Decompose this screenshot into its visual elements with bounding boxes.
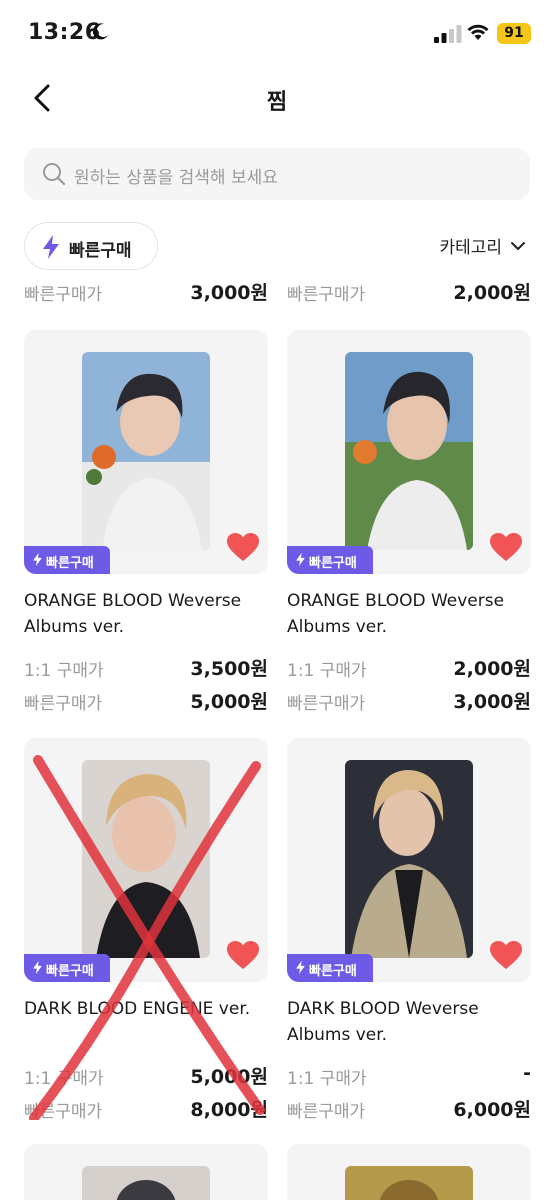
heart-icon[interactable] bbox=[489, 940, 523, 970]
product-thumbnail[interactable]: 빠른구매 bbox=[287, 330, 531, 574]
wifi-icon bbox=[467, 24, 489, 40]
price-value: - bbox=[523, 1062, 531, 1084]
heart-icon[interactable] bbox=[226, 940, 260, 970]
price-row-quick: 빠른구매가 8,000원 bbox=[24, 1093, 268, 1123]
badge-label: 빠른구매 bbox=[309, 556, 357, 571]
quick-buy-badge: 빠른구매 bbox=[24, 546, 110, 574]
price-value: 5,000원 bbox=[190, 1066, 268, 1088]
moon-icon bbox=[92, 23, 108, 40]
product-thumbnail[interactable] bbox=[24, 1144, 268, 1200]
price-label: 빠른구매가 bbox=[287, 694, 366, 714]
bolt-icon bbox=[43, 235, 59, 259]
product-title: ORANGE BLOOD Weverse Albums ver. bbox=[24, 591, 242, 637]
badge-label: 빠른구매 bbox=[46, 556, 94, 571]
bolt-icon bbox=[33, 960, 42, 975]
price-label: 빠른구매가 bbox=[24, 1102, 103, 1122]
price-label: 빠른구매가 bbox=[287, 285, 366, 305]
search-placeholder: 원하는 상품을 검색해 보세요 bbox=[74, 168, 278, 188]
product-photo bbox=[82, 352, 210, 550]
category-label: 카테고리 bbox=[439, 238, 502, 258]
price-row-1to1: 1:1 구매가 2,000원 bbox=[287, 652, 531, 682]
product-photo bbox=[82, 1166, 210, 1200]
product-title: ORANGE BLOOD Weverse Albums ver. bbox=[287, 591, 505, 637]
price-value: 2,000원 bbox=[453, 658, 531, 680]
price-value: 5,000원 bbox=[190, 691, 268, 713]
price-value: 2,000원 bbox=[453, 282, 531, 304]
product-thumbnail[interactable]: 빠른구매 bbox=[24, 738, 268, 982]
product-photo bbox=[82, 760, 210, 958]
quick-buy-filter-label: 빠른구매 bbox=[69, 241, 132, 261]
product-thumbnail[interactable] bbox=[287, 1144, 531, 1200]
bolt-icon bbox=[296, 552, 305, 567]
product-photo bbox=[345, 760, 473, 958]
product-photo bbox=[345, 1166, 473, 1200]
price-label: 1:1 구매가 bbox=[24, 661, 104, 681]
search-input[interactable]: 원하는 상품을 검색해 보세요 bbox=[24, 148, 530, 200]
product-thumbnail[interactable]: 빠른구매 bbox=[24, 330, 268, 574]
price-label: 1:1 구매가 bbox=[287, 661, 367, 681]
price-value: 6,000원 bbox=[453, 1099, 531, 1121]
product-thumbnail[interactable]: 빠른구매 bbox=[287, 738, 531, 982]
price-value: 3,500원 bbox=[190, 658, 268, 680]
price-label: 빠른구매가 bbox=[24, 285, 103, 305]
quick-buy-badge: 빠른구매 bbox=[24, 954, 110, 982]
badge-label: 빠른구매 bbox=[309, 964, 357, 979]
price-label: 빠른구매가 bbox=[287, 1102, 366, 1122]
badge-label: 빠른구매 bbox=[46, 964, 94, 979]
product-title: DARK BLOOD Weverse Albums ver. bbox=[287, 999, 479, 1045]
search-icon bbox=[43, 163, 66, 186]
product-photo bbox=[345, 352, 473, 550]
category-dropdown[interactable]: 카테고리 bbox=[439, 233, 526, 258]
signal-icon bbox=[434, 25, 462, 43]
price-label: 1:1 구매가 bbox=[24, 1069, 104, 1089]
page-title: 찜 bbox=[266, 90, 288, 115]
price-value: 3,000원 bbox=[453, 691, 531, 713]
status-bar: 13:26 91 bbox=[0, 0, 554, 60]
price-value: 8,000원 bbox=[190, 1099, 268, 1121]
status-time: 13:26 bbox=[28, 20, 101, 45]
price-row-quick: 빠른구매가 3,000원 bbox=[287, 685, 531, 715]
bolt-icon bbox=[296, 960, 305, 975]
price-value: 3,000원 bbox=[190, 282, 268, 304]
quick-buy-badge: 빠른구매 bbox=[287, 954, 373, 982]
price-row-1to1: 1:1 구매가 5,000원 bbox=[24, 1060, 268, 1090]
quick-buy-badge: 빠른구매 bbox=[287, 546, 373, 574]
price-row: 빠른구매가 3,000원 bbox=[24, 276, 268, 306]
price-row: 빠른구매가 2,000원 bbox=[287, 276, 531, 306]
product-title: DARK BLOOD ENGENE ver. bbox=[24, 999, 251, 1019]
heart-icon[interactable] bbox=[226, 532, 260, 562]
nav-bar: 찜 bbox=[0, 70, 554, 126]
price-row-1to1: 1:1 구매가 3,500원 bbox=[24, 652, 268, 682]
price-label: 빠른구매가 bbox=[24, 694, 103, 714]
chevron-down-icon bbox=[511, 241, 525, 250]
price-row-quick: 빠른구매가 5,000원 bbox=[24, 685, 268, 715]
price-row-quick: 빠른구매가 6,000원 bbox=[287, 1093, 531, 1123]
heart-icon[interactable] bbox=[489, 532, 523, 562]
price-row-1to1: 1:1 구매가 - bbox=[287, 1060, 531, 1090]
price-label: 1:1 구매가 bbox=[287, 1069, 367, 1089]
battery-indicator: 91 bbox=[497, 23, 531, 44]
quick-buy-filter-chip[interactable]: 빠른구매 bbox=[24, 222, 158, 270]
bolt-icon bbox=[33, 552, 42, 567]
